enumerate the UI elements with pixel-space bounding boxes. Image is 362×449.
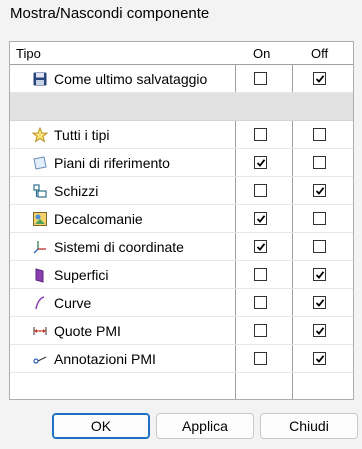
off-checkbox[interactable]	[313, 156, 326, 169]
on-checkbox[interactable]	[254, 296, 267, 309]
surface-icon	[35, 268, 44, 283]
save-icon	[33, 72, 47, 86]
on-checkbox[interactable]	[254, 72, 267, 85]
component-visibility-table: Tipo On Off Come ultimo salvataggio Tutt…	[9, 41, 354, 400]
on-checkbox-checked[interactable]	[254, 240, 267, 253]
row-label: Schizzi	[54, 183, 99, 199]
on-checkbox[interactable]	[254, 324, 267, 337]
table-row[interactable]: Come ultimo salvataggio	[10, 65, 353, 93]
table-row[interactable]: Piani di riferimento	[10, 149, 353, 177]
sketch-icon	[33, 184, 47, 198]
off-checkbox-checked[interactable]	[313, 268, 326, 281]
table-row[interactable]: Quote PMI	[10, 317, 353, 345]
on-checkbox-checked[interactable]	[254, 212, 267, 225]
table-row[interactable]: Curve	[10, 289, 353, 317]
ok-button[interactable]: OK	[52, 413, 150, 439]
star-icon	[32, 127, 48, 143]
close-button[interactable]: Chiudi	[260, 413, 358, 439]
pmi-dimension-icon	[33, 327, 47, 335]
table-header: Tipo On Off	[10, 42, 353, 65]
empty-row	[10, 373, 353, 399]
plane-icon	[33, 156, 47, 170]
off-checkbox-checked[interactable]	[313, 324, 326, 337]
table-row[interactable]: Tutti i tipi	[10, 121, 353, 149]
table-row[interactable]: Schizzi	[10, 177, 353, 205]
apply-button[interactable]: Applica	[156, 413, 254, 439]
on-checkbox[interactable]	[254, 268, 267, 281]
coordinate-system-icon	[33, 241, 46, 254]
row-label: Tutti i tipi	[54, 127, 110, 143]
header-type: Tipo	[16, 46, 41, 61]
decal-icon	[33, 212, 47, 226]
row-label: Piani di riferimento	[54, 155, 170, 171]
table-row[interactable]: Annotazioni PMI	[10, 345, 353, 373]
separator-row	[10, 93, 353, 121]
on-checkbox[interactable]	[254, 128, 267, 141]
table-row[interactable]: Superfici	[10, 261, 353, 289]
on-checkbox-checked[interactable]	[254, 156, 267, 169]
row-label: Superfici	[54, 267, 109, 283]
off-checkbox[interactable]	[313, 212, 326, 225]
row-label: Come ultimo salvataggio	[54, 71, 208, 87]
off-checkbox-checked[interactable]	[313, 352, 326, 365]
row-label: Quote PMI	[54, 323, 121, 339]
dialog-title: Mostra/Nascondi componente	[10, 5, 210, 22]
row-label: Curve	[54, 295, 92, 311]
row-label: Annotazioni PMI	[54, 351, 156, 367]
off-checkbox-checked[interactable]	[313, 72, 326, 85]
header-on: On	[253, 46, 271, 61]
on-checkbox[interactable]	[254, 184, 267, 197]
pmi-annotation-icon	[33, 356, 47, 364]
row-label: Decalcomanie	[54, 211, 143, 227]
off-checkbox[interactable]	[313, 240, 326, 253]
off-checkbox[interactable]	[313, 128, 326, 141]
row-label: Sistemi di coordinate	[54, 239, 184, 255]
off-checkbox-checked[interactable]	[313, 184, 326, 197]
table-row[interactable]: Decalcomanie	[10, 205, 353, 233]
curve-icon	[35, 296, 45, 310]
on-checkbox[interactable]	[254, 352, 267, 365]
off-checkbox-checked[interactable]	[313, 296, 326, 309]
table-row[interactable]: Sistemi di coordinate	[10, 233, 353, 261]
header-off: Off	[311, 46, 329, 61]
